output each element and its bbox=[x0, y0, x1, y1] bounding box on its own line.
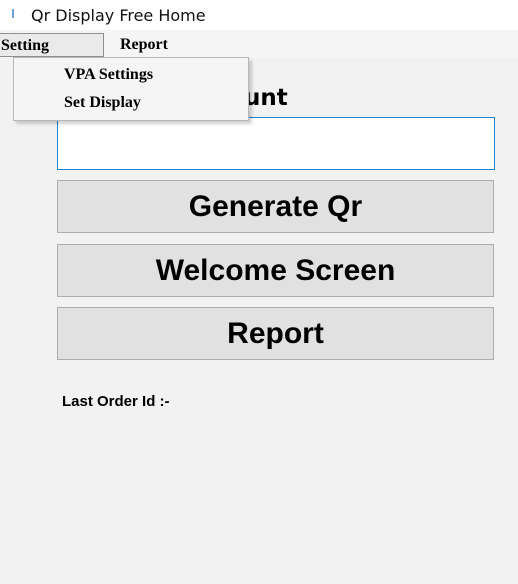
last-order-id-label: Last Order Id :- bbox=[62, 393, 170, 410]
amount-label: unt bbox=[244, 85, 288, 111]
report-button[interactable]: Report bbox=[57, 307, 494, 360]
menu-setting[interactable]: Setting bbox=[0, 33, 104, 57]
app-icon bbox=[12, 9, 14, 18]
generate-qr-button[interactable]: Generate Qr bbox=[57, 180, 494, 233]
amount-input[interactable] bbox=[57, 117, 495, 170]
menu-item-vpa-settings[interactable]: VPA Settings bbox=[64, 64, 153, 86]
menu-report[interactable]: Report bbox=[120, 35, 168, 55]
window-titlebar: Qr Display Free Home bbox=[0, 0, 518, 30]
menu-item-set-display[interactable]: Set Display bbox=[64, 92, 141, 114]
welcome-screen-button[interactable]: Welcome Screen bbox=[57, 244, 494, 297]
window-title: Qr Display Free Home bbox=[31, 6, 206, 25]
setting-dropdown-menu: VPA Settings Set Display bbox=[13, 57, 249, 121]
menu-setting-label: Setting bbox=[1, 37, 49, 54]
